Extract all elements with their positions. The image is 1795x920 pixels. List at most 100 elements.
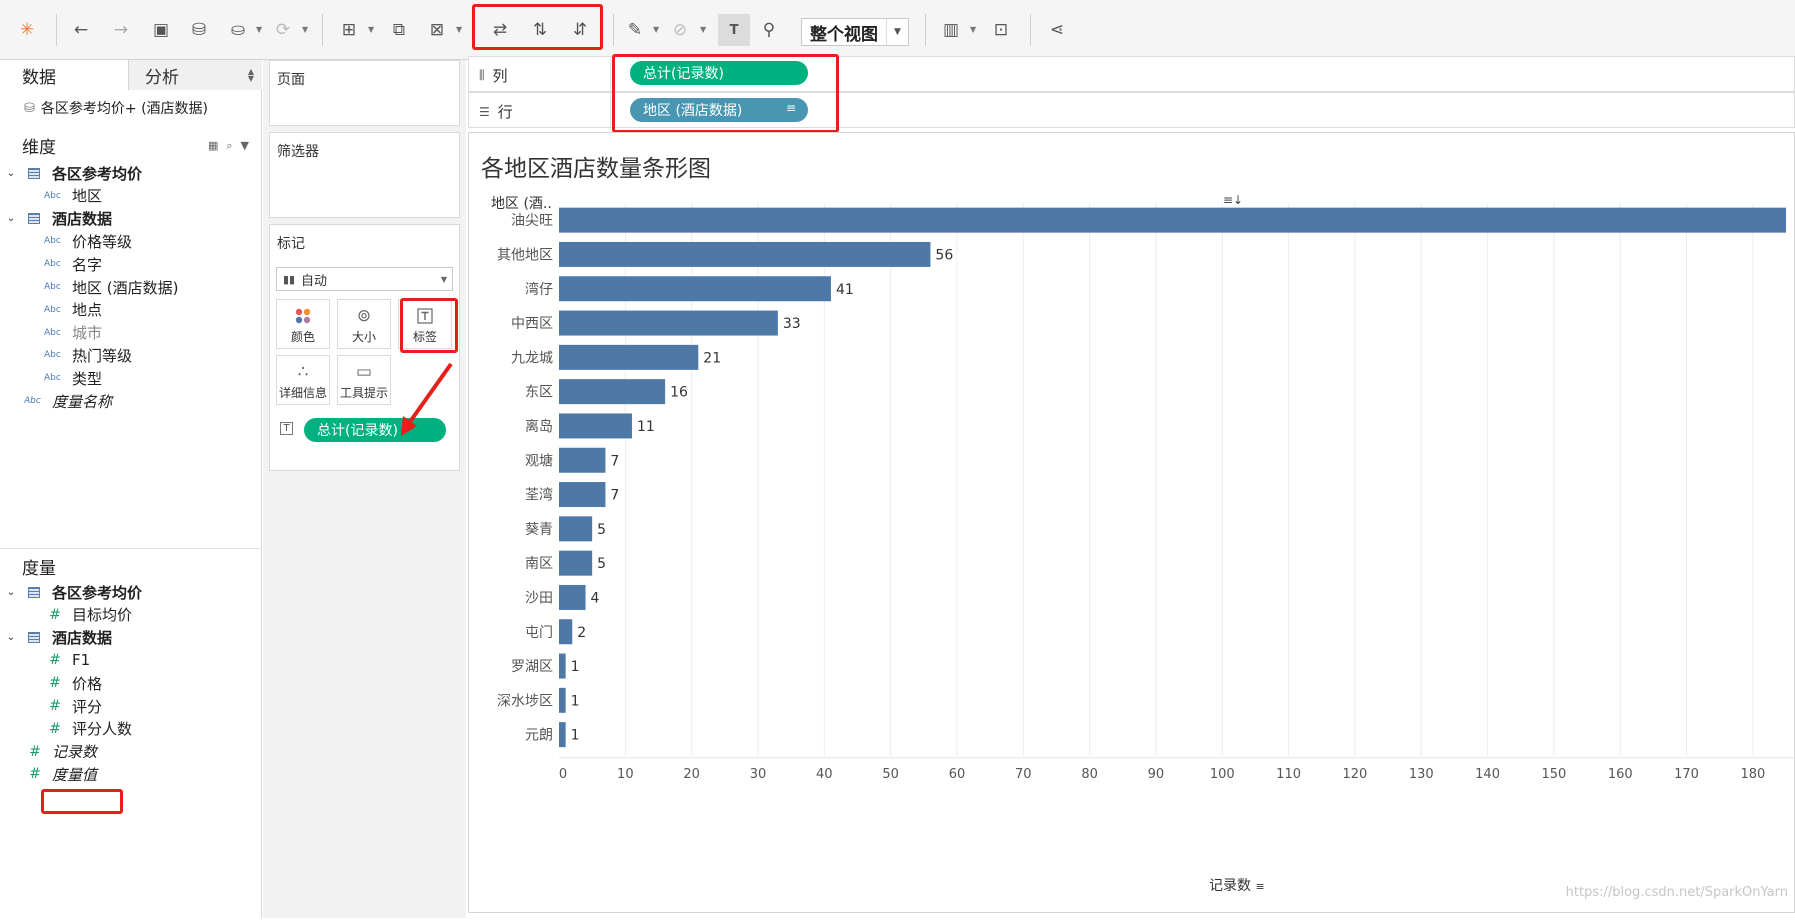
measure-field[interactable]: # 评分人数 [44, 718, 132, 740]
detail-button[interactable]: ∴ 详细信息 [276, 355, 330, 405]
dimension-field[interactable]: Abc 城市 [44, 322, 102, 344]
rows-shelf[interactable]: ☰ 行 地区 (酒店数据) ≡ [468, 92, 1795, 128]
view-mode-select[interactable]: 整个视图 ▼ [801, 18, 909, 46]
sort-descending-icon[interactable]: ⇵ [567, 17, 593, 43]
show-me-icon[interactable]: ▥ [938, 17, 964, 43]
clear-sheet-icon[interactable]: ⊠ [424, 17, 450, 43]
chevron-down-icon[interactable]: ▼ [653, 25, 663, 35]
bar[interactable] [559, 550, 593, 576]
chevron-down-icon[interactable]: ▼ [241, 139, 249, 153]
measure-field[interactable]: # 度量值 [24, 763, 97, 785]
measure-field[interactable]: # 价格 [44, 672, 102, 694]
dimension-field[interactable]: Abc 地点 [44, 299, 102, 321]
rows-pill[interactable]: 地区 (酒店数据) ≡ [630, 98, 808, 122]
field-label: 各区参考均价 [52, 583, 143, 602]
tab-data[interactable]: 数据 [0, 60, 128, 90]
chevron-down-icon[interactable]: ⌄ [5, 168, 17, 179]
measure-field[interactable]: # 记录数 [24, 741, 97, 763]
dimension-field[interactable]: Abc 地区 (酒店数据) [44, 276, 178, 298]
tableau-logo-icon[interactable]: ✳ [14, 17, 40, 43]
table-group-item[interactable]: ⌄ 酒店数据 [7, 208, 113, 230]
bar[interactable] [559, 276, 831, 302]
view-list-icon[interactable]: ▦ [208, 139, 218, 153]
mark-type-select[interactable]: ▮▮ 自动 ▼ [276, 267, 453, 291]
bar[interactable] [559, 344, 699, 370]
x-axis-label[interactable]: 记录数 ≡ [1209, 875, 1265, 895]
number-field-icon: # [49, 675, 61, 692]
dimension-field[interactable]: Abc 地区 [44, 185, 102, 207]
presentation-icon[interactable]: ⊡ [988, 17, 1014, 43]
pin-icon[interactable]: ⚲ [756, 17, 782, 43]
measure-field[interactable]: # F1 [44, 649, 90, 671]
back-icon[interactable]: ← [68, 17, 94, 43]
tab-analysis[interactable]: 分析 ▲ ▼ [128, 60, 262, 90]
chevron-down-icon[interactable]: ⌄ [5, 587, 17, 598]
marks-title: 标记 [277, 236, 305, 252]
bar[interactable] [559, 653, 566, 679]
chevron-down-icon[interactable]: ⌄ [5, 213, 17, 224]
bar[interactable] [559, 584, 586, 610]
refresh-icon[interactable]: ⟳ [270, 17, 296, 43]
chevron-down-icon[interactable]: ▼ [256, 25, 266, 35]
bar[interactable] [559, 722, 566, 748]
save-icon[interactable]: ▣ [148, 17, 174, 43]
duplicate-sheet-icon[interactable]: ⧉ [386, 17, 412, 43]
bar[interactable] [559, 413, 632, 439]
dimension-field[interactable]: Abc 名字 [44, 253, 102, 275]
pages-card[interactable]: 页面 [269, 60, 460, 126]
bar[interactable] [559, 447, 606, 473]
tooltip-button[interactable]: ▭ 工具提示 [337, 355, 391, 405]
chevron-down-icon[interactable]: ▼ [970, 25, 980, 35]
table-group-item[interactable]: ⌄ 各区参考均价 [7, 162, 142, 184]
chevron-down-icon[interactable]: ▼ [700, 25, 710, 35]
toolbar-separator [1030, 14, 1031, 46]
data-label: 41 [836, 282, 854, 298]
bar[interactable] [559, 310, 778, 336]
bar[interactable] [559, 619, 573, 645]
chevron-down-icon[interactable]: ▼ [302, 25, 312, 35]
columns-pill[interactable]: 总计(记录数) [630, 61, 808, 85]
chevron-down-icon[interactable]: ▼ [368, 25, 378, 35]
group-icon[interactable]: ⊘ [667, 17, 693, 43]
string-field-icon: Abc [44, 259, 61, 270]
search-icon[interactable]: ⌕ [226, 139, 232, 153]
forward-icon[interactable]: → [108, 17, 134, 43]
dimension-field[interactable]: Abc 热门等级 [44, 344, 132, 366]
columns-shelf[interactable]: ⫼ 列 总计(记录数) [468, 56, 1795, 92]
bar[interactable] [559, 207, 1787, 233]
bar[interactable] [559, 379, 666, 405]
swap-rows-columns-icon[interactable]: ⇄ [487, 17, 513, 43]
color-button[interactable]: 颜色 [276, 299, 330, 349]
new-worksheet-icon[interactable]: ⊞ [336, 17, 362, 43]
bar[interactable] [559, 516, 593, 542]
dimension-field[interactable]: Abc 类型 [44, 367, 102, 389]
table-group-item[interactable]: ⌄ 各区参考均价 [7, 581, 143, 603]
field-label: 地区 (酒店数据) [72, 278, 179, 297]
new-datasource-icon[interactable]: ⛁ [186, 17, 212, 43]
field-label: 价格 [72, 674, 103, 693]
bar[interactable] [559, 687, 566, 713]
pause-update-icon[interactable]: ⛀ [225, 17, 251, 43]
rows-label-group: ☰ 行 [479, 101, 513, 122]
table-group-item[interactable]: ⌄ 酒店数据 [7, 627, 112, 649]
highlight-icon[interactable]: ✎ [622, 17, 648, 43]
filters-card[interactable]: 筛选器 [269, 132, 460, 218]
chevron-down-icon[interactable]: ⌄ [5, 632, 17, 643]
bar[interactable] [559, 482, 606, 508]
bar[interactable] [559, 241, 931, 267]
data-label: 11 [637, 419, 655, 435]
measure-field[interactable]: # 评分 [44, 695, 102, 717]
chevron-down-icon[interactable]: ▼ [456, 25, 466, 35]
label-button[interactable]: 标签 [398, 299, 452, 349]
string-field-icon: Abc [44, 373, 61, 384]
datasource-item[interactable]: ⛁ 各区参考均价+ (酒店数据) [24, 98, 208, 118]
sort-ascending-icon[interactable]: ⇅ [527, 17, 553, 43]
measure-field[interactable]: # 目标均价 [44, 604, 132, 626]
dimension-field[interactable]: Abc 度量名称 [24, 390, 112, 412]
show-labels-icon[interactable]: T [718, 14, 750, 46]
data-label: 16 [670, 385, 688, 401]
share-icon[interactable]: ⋖ [1044, 17, 1070, 43]
dimension-field[interactable]: Abc 价格等级 [44, 230, 132, 252]
field-label: 酒店数据 [52, 210, 113, 229]
size-button[interactable]: ⊚ 大小 [337, 299, 391, 349]
